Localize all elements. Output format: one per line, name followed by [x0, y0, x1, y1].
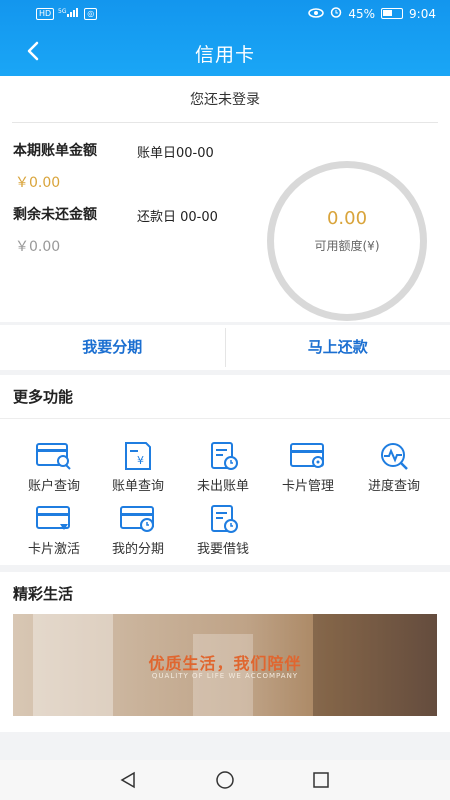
fn-borrow[interactable]: 我要借钱: [178, 504, 268, 557]
fn-card-manage[interactable]: 卡片管理: [263, 441, 353, 494]
login-tip[interactable]: 您还未登录: [12, 76, 438, 123]
installment-button[interactable]: 我要分期: [0, 325, 225, 370]
life-title: 精彩生活: [13, 585, 74, 603]
remaining-label: 剩余未还金额: [13, 207, 97, 223]
fn-label: 未出账单: [196, 479, 249, 494]
bill-query-icon: ¥: [125, 442, 151, 470]
action-bar: 我要分期 马上还款: [0, 325, 450, 370]
progress-query-icon: [381, 443, 408, 470]
more-functions-title: 更多功能: [0, 375, 450, 419]
signal-4g-icon: 5G: [58, 6, 80, 21]
status-left: HD 5G ◎: [36, 6, 98, 21]
repay-now-button[interactable]: 马上还款: [226, 325, 450, 370]
fn-card-activate[interactable]: 卡片激活: [9, 504, 99, 557]
banner-subtext: QUALITY OF LIFE WE ACCOMPANY: [151, 672, 299, 680]
account-query-icon: [36, 443, 71, 470]
page-title: 信用卡: [194, 44, 255, 66]
battery-percent: 45%: [348, 6, 376, 21]
svg-text:¥: ¥: [137, 454, 144, 467]
nav-home-icon[interactable]: [215, 770, 235, 790]
fn-label: 账户查询: [27, 479, 80, 494]
system-nav-bar: [0, 760, 450, 800]
hd-icon: HD: [36, 7, 55, 20]
current-bill-label: 本期账单金额: [13, 143, 97, 159]
bill-card: 您还未登录 本期账单金额 账单日00-00 ￥0.00 剩余未还金额 还款日 0…: [0, 76, 450, 322]
app-header: HD 5G ◎ 45% 9:04 信用卡: [0, 0, 450, 76]
current-bill-amount: ￥0.00: [15, 175, 61, 191]
fn-unbilled[interactable]: 未出账单: [178, 441, 268, 494]
fn-label: 账单查询: [111, 479, 164, 494]
fn-label: 我要借钱: [196, 542, 249, 557]
nav-recent-icon[interactable]: [311, 770, 331, 790]
banner-headline: 优质生活，我们陪伴: [148, 654, 302, 673]
more-functions-section: 更多功能 账户查询 ¥ 账单查询 未出账单 卡片管理 进度查询 卡片激活 我的分…: [0, 375, 450, 565]
available-amount: 0.00: [326, 208, 368, 229]
my-installment-icon: [120, 506, 154, 532]
fn-my-installment[interactable]: 我的分期: [93, 504, 183, 557]
remaining-amount: ￥0.00: [15, 239, 61, 255]
card-activate-icon: [36, 506, 70, 530]
fn-account-query[interactable]: 账户查询: [9, 441, 99, 494]
fn-label: 进度查询: [367, 479, 420, 494]
card-manage-icon: [290, 443, 324, 468]
eye-icon: [308, 7, 325, 21]
status-right: 45% 9:04: [308, 6, 436, 21]
fn-progress-query[interactable]: 进度查询: [349, 441, 439, 494]
battery-icon: [381, 8, 404, 19]
fn-label: 卡片管理: [281, 479, 334, 494]
borrow-icon: [211, 505, 238, 533]
available-label: 可用额度(¥): [314, 239, 380, 253]
svg-text:5G: 5G: [58, 8, 67, 15]
available-credit-ring: 0.00 可用额度(¥): [267, 161, 427, 321]
life-banner[interactable]: 优质生活，我们陪伴 QUALITY OF LIFE WE ACCOMPANY: [13, 614, 437, 716]
fn-bill-query[interactable]: ¥ 账单查询: [93, 441, 183, 494]
status-time: 9:04: [409, 6, 436, 21]
status-bar: HD 5G ◎ 45% 9:04: [0, 0, 450, 28]
fn-label: 我的分期: [111, 542, 164, 557]
nav-back-icon[interactable]: [118, 770, 138, 790]
bill-day: 账单日00-00: [137, 146, 214, 161]
app-icon: ◎: [84, 7, 98, 20]
unbilled-icon: [211, 442, 238, 470]
fn-label: 卡片激活: [27, 542, 80, 557]
repay-day: 还款日 00-00: [137, 210, 218, 225]
alarm-icon: [330, 6, 342, 21]
